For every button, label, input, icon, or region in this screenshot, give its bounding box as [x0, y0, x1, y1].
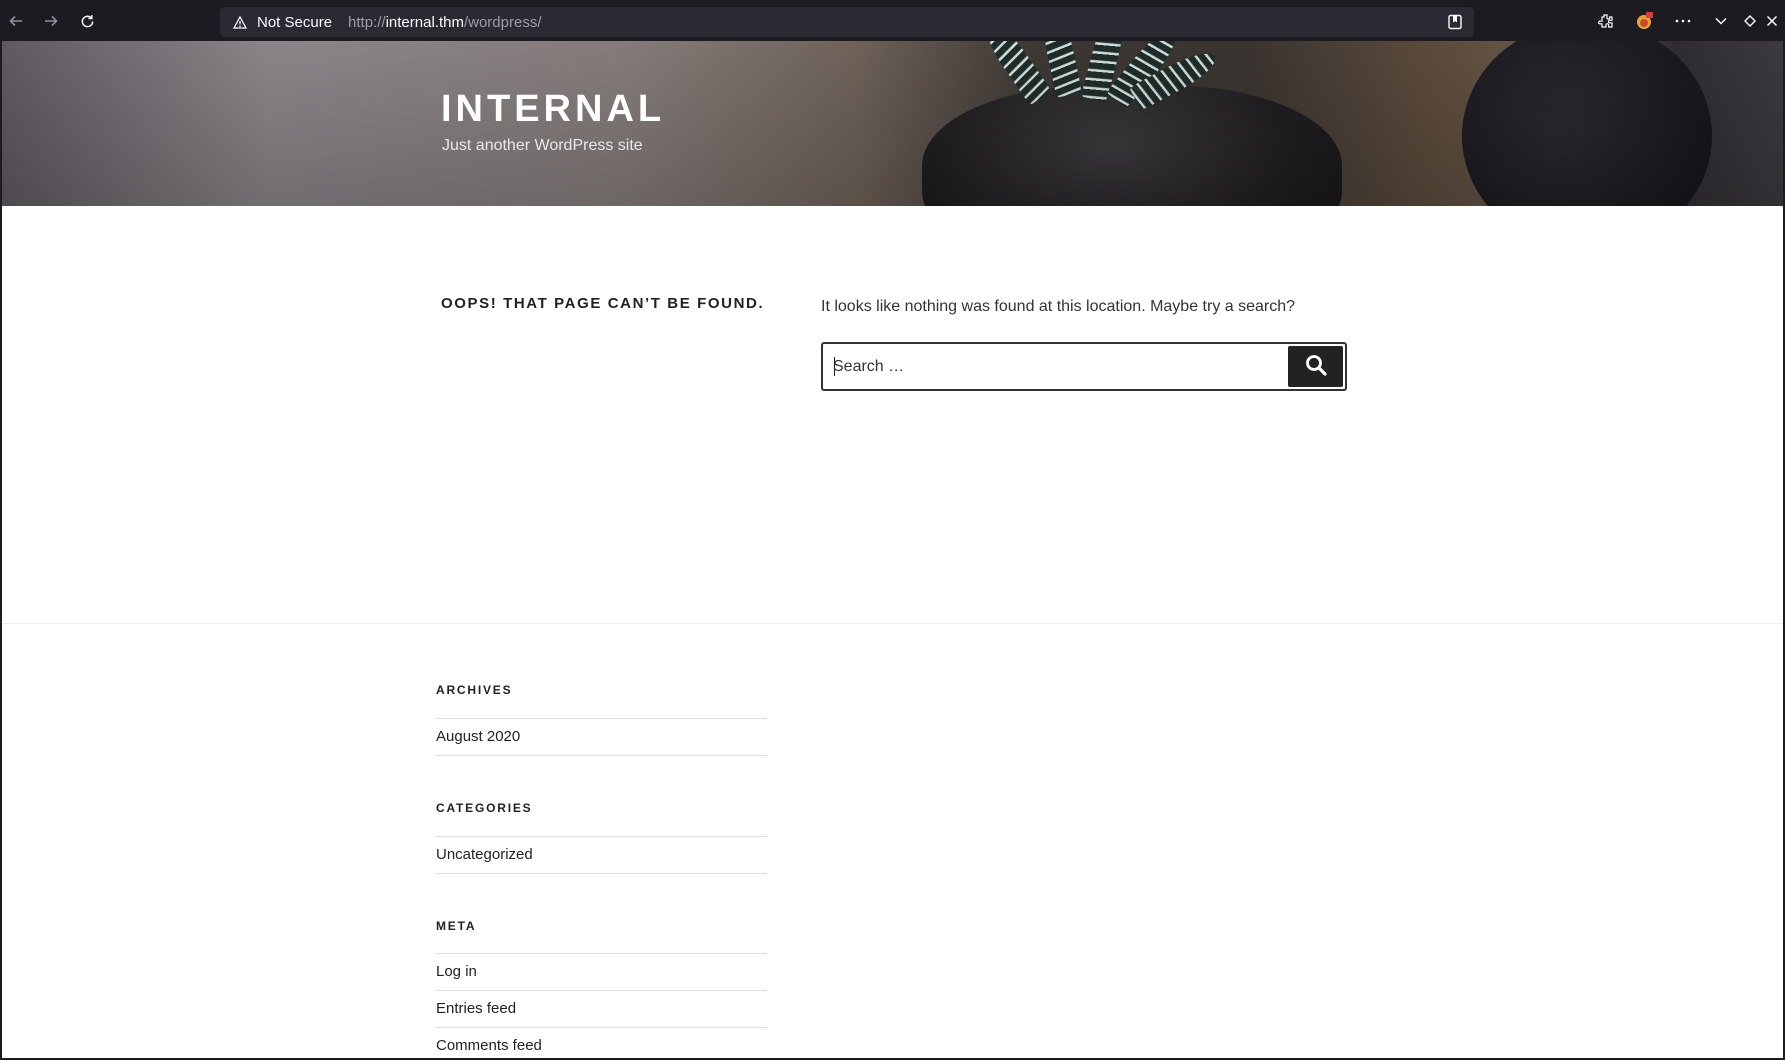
- reload-icon[interactable]: [74, 8, 100, 34]
- url-prefix: http://: [348, 13, 386, 31]
- meta-widget-title: Meta: [436, 919, 477, 933]
- categories-widget-title: Categories: [436, 801, 533, 815]
- site-description: Just another WordPress site: [442, 137, 643, 154]
- meta-login-link[interactable]: Log in: [436, 954, 767, 991]
- menu-icon[interactable]: [1670, 8, 1696, 34]
- reader-mode-icon[interactable]: [1446, 13, 1464, 31]
- meta-comments-feed-link[interactable]: Comments feed: [436, 1028, 767, 1058]
- security-label[interactable]: Not Secure: [257, 14, 332, 31]
- url-text[interactable]: http://internal.thm/wordpress/: [348, 14, 541, 31]
- site-title[interactable]: INTERNAL: [441, 88, 665, 131]
- archives-widget-title: Archives: [436, 683, 513, 697]
- back-icon[interactable]: [3, 8, 29, 34]
- browser-toolbar: Not Secure http://internal.thm/wordpress…: [0, 0, 1785, 41]
- url-path: /wordpress/: [463, 13, 542, 31]
- search-button[interactable]: [1288, 346, 1343, 387]
- meta-entries-feed-link[interactable]: Entries feed: [436, 991, 767, 1028]
- url-host: internal.thm: [385, 13, 464, 31]
- extensions-icon[interactable]: [1593, 8, 1619, 34]
- profile-icon[interactable]: [1631, 8, 1657, 34]
- warning-icon[interactable]: [233, 15, 247, 29]
- not-found-message: It looks like nothing was found at this …: [821, 298, 1296, 315]
- search-icon: [1305, 354, 1327, 379]
- archive-link[interactable]: August 2020: [436, 719, 767, 756]
- page-title: Oops! That page can’t be found.: [441, 295, 765, 312]
- search-input[interactable]: [823, 344, 1289, 389]
- text-cursor: [834, 357, 835, 376]
- category-link[interactable]: Uncategorized: [436, 837, 767, 874]
- site-header: INTERNAL Just another WordPress site: [2, 41, 1783, 206]
- search-form: [821, 342, 1347, 391]
- forward-icon[interactable]: [38, 8, 64, 34]
- footer-divider: [2, 623, 1783, 624]
- page-viewport: INTERNAL Just another WordPress site Oop…: [2, 41, 1783, 1058]
- list-all-tabs-icon[interactable]: [1708, 8, 1734, 34]
- archives-list: August 2020: [436, 718, 767, 756]
- categories-list: Uncategorized: [436, 836, 767, 874]
- header-overlay: [2, 41, 1783, 206]
- close-icon[interactable]: [1759, 8, 1785, 34]
- address-bar[interactable]: Not Secure http://internal.thm/wordpress…: [220, 7, 1474, 37]
- meta-list: Log in Entries feed Comments feed: [436, 953, 767, 1058]
